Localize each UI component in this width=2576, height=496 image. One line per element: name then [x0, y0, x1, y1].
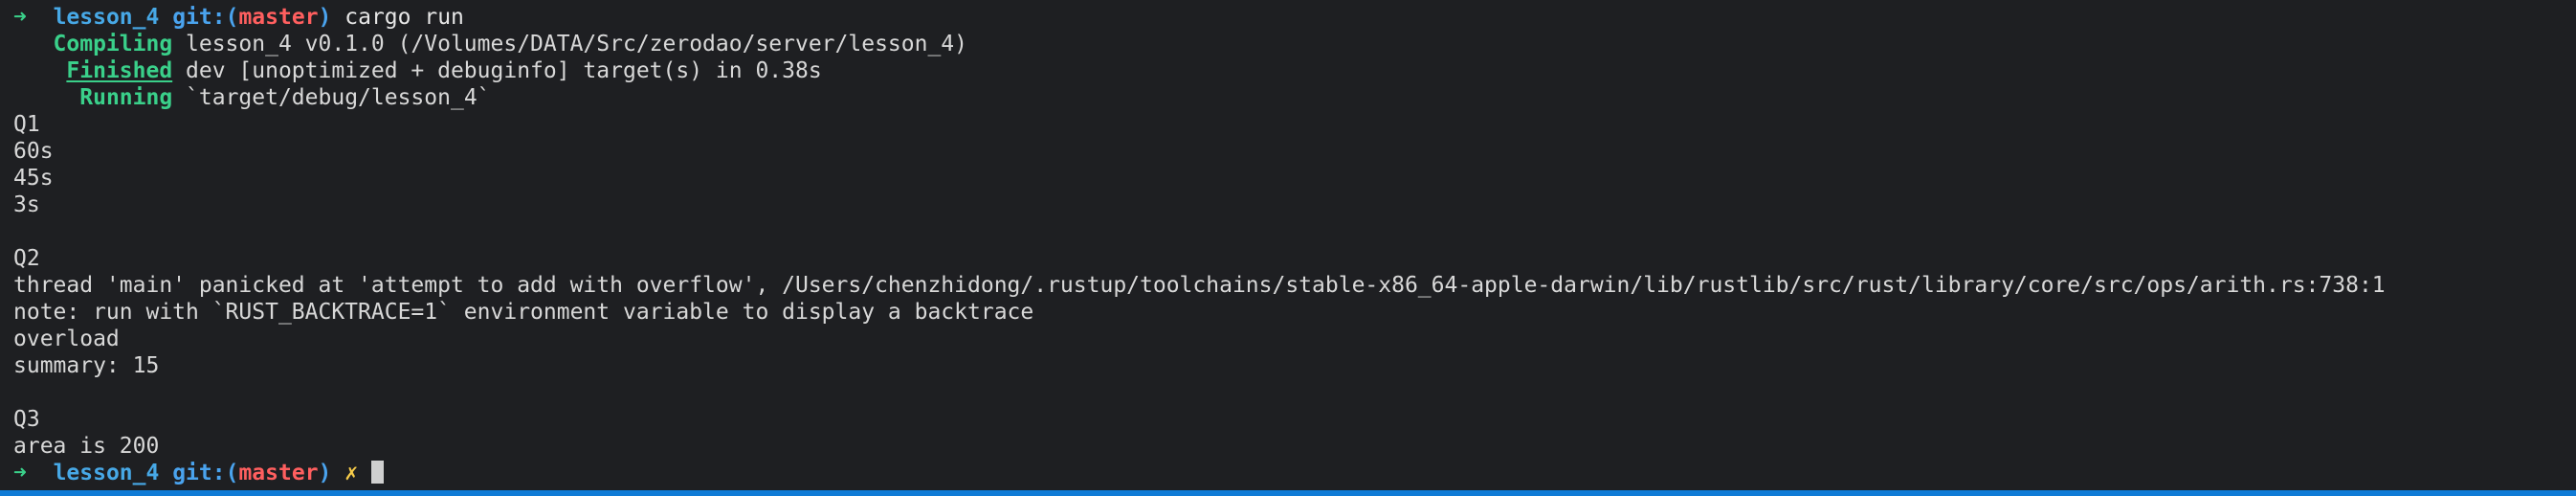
prompt-line: ➜ lesson_4 git:(master) cargo run [13, 4, 2563, 31]
finished-label: Finished [66, 58, 173, 83]
output-line: 3s [13, 192, 40, 217]
finished-text: dev [unoptimized + debuginfo] target(s) … [172, 58, 822, 83]
git-branch: master [238, 5, 319, 30]
compiling-line: Compiling lesson_4 v0.1.0 (/Volumes/DATA… [13, 31, 2563, 57]
git-suffix: ) [318, 461, 332, 485]
current-directory: lesson_4 [53, 461, 160, 485]
finished-line: Finished dev [unoptimized + debuginfo] t… [13, 57, 2563, 84]
git-branch: master [238, 461, 319, 485]
compiling-label: Compiling [53, 32, 173, 56]
output-line: note: run with `RUST_BACKTRACE=1` enviro… [13, 300, 1034, 325]
output-line: 60s [13, 139, 54, 164]
output-line: summary: 15 [13, 353, 160, 378]
git-prefix: git:( [172, 5, 239, 30]
compiling-text: lesson_4 v0.1.0 (/Volumes/DATA/Src/zerod… [172, 32, 968, 56]
output-line: area is 200 [13, 434, 160, 459]
git-suffix: ) [318, 5, 332, 30]
output-line: 45s [13, 166, 54, 191]
git-dirty-icon: ✗ [344, 461, 359, 485]
text-cursor[interactable] [370, 461, 384, 484]
running-label: Running [79, 85, 173, 110]
output-line: Q3 [13, 407, 40, 432]
running-text: `target/debug/lesson_4` [172, 85, 491, 110]
output-line: Q1 [13, 112, 40, 137]
current-directory: lesson_4 [53, 5, 160, 30]
window-bottom-accent-bar [0, 490, 2576, 496]
output-line: thread 'main' panicked at 'attempt to ad… [13, 273, 2386, 298]
active-prompt-line[interactable]: ➜ lesson_4 git:(master) ✗ [13, 460, 2563, 486]
git-prefix: git:( [172, 461, 239, 485]
prompt-arrow-icon: ➜ [13, 461, 27, 485]
prompt-arrow-icon: ➜ [13, 5, 27, 30]
running-line: Running `target/debug/lesson_4` [13, 84, 2563, 111]
output-line: Q2 [13, 246, 40, 271]
entered-command: cargo run [344, 5, 464, 30]
terminal-window[interactable]: ➜ lesson_4 git:(master) cargo run Compil… [0, 0, 2576, 489]
output-line: overload [13, 327, 120, 351]
